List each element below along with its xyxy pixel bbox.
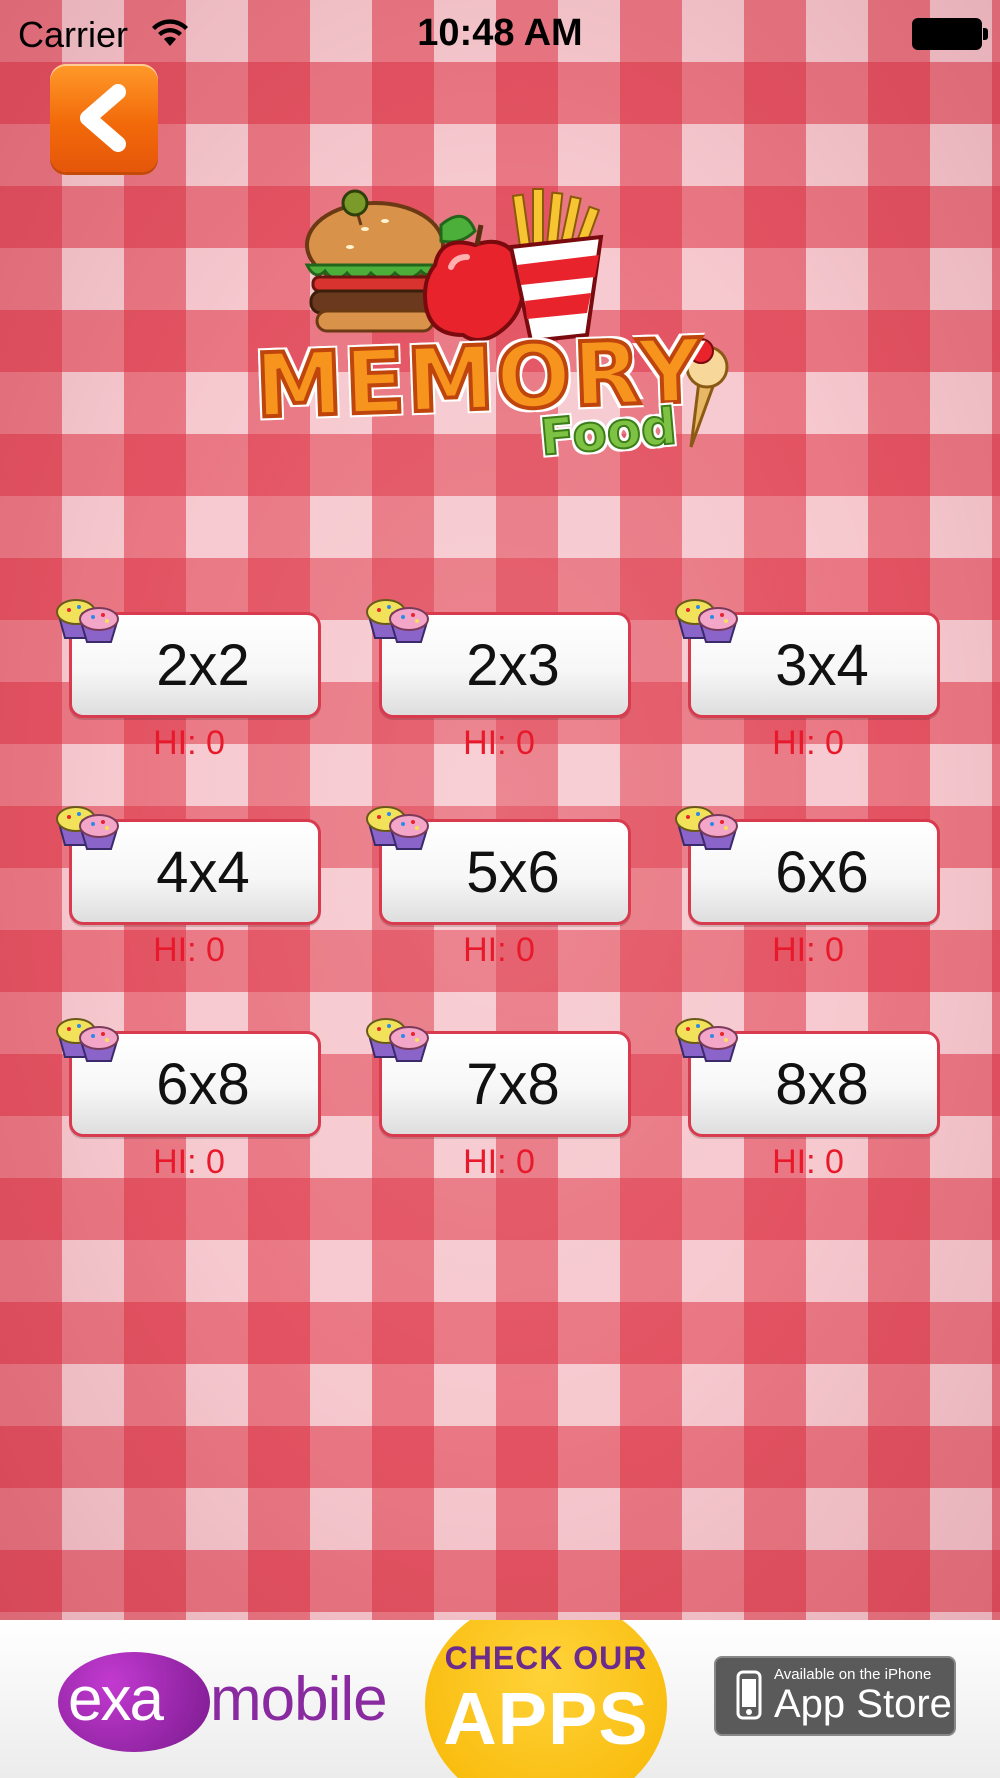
ad-banner[interactable]: exa mobile CHECK OUR APPS Available on t… xyxy=(0,1620,1000,1778)
cupcake-icon xyxy=(56,599,119,643)
cupcake-icon xyxy=(366,806,429,850)
cupcake-icon xyxy=(56,1018,119,1062)
level-cell: 2x3 HI: 0 xyxy=(366,596,633,776)
battery-icon xyxy=(912,18,988,50)
level-cell: 6x6 HI: 0 xyxy=(675,803,942,983)
app-store-badge[interactable]: Available on the iPhone App Store xyxy=(714,1656,956,1736)
cupcake-icon xyxy=(56,806,119,850)
cupcake-icon xyxy=(366,599,429,643)
logo-subtitle: Food xyxy=(537,396,680,468)
cupcake-icon xyxy=(675,1018,738,1062)
level-cell: 5x6 HI: 0 xyxy=(366,803,633,983)
hi-score: HI: 0 xyxy=(772,1143,844,1181)
hi-score: HI: 0 xyxy=(463,1143,535,1181)
cupcake-icon xyxy=(675,599,738,643)
hi-score: HI: 0 xyxy=(463,931,535,969)
app-store-small-text: Available on the iPhone xyxy=(774,1666,932,1683)
hi-score: HI: 0 xyxy=(463,724,535,762)
cupcake-icon xyxy=(675,806,738,850)
level-cell: 8x8 HI: 0 xyxy=(675,1015,942,1195)
check-our-apps-badge[interactable]: CHECK OUR APPS xyxy=(425,1620,667,1778)
iphone-icon xyxy=(736,1670,762,1720)
level-cell: 2x2 HI: 0 xyxy=(56,596,323,776)
hi-score: HI: 0 xyxy=(772,931,844,969)
game-logo: MEMORY Food xyxy=(251,185,745,475)
back-button[interactable] xyxy=(50,64,158,172)
level-cell: 4x4 HI: 0 xyxy=(56,803,323,983)
mobile-brand-text: mobile xyxy=(210,1665,388,1734)
level-cell: 6x8 HI: 0 xyxy=(56,1015,323,1195)
cta-line1: CHECK OUR xyxy=(444,1640,648,1676)
hi-score: HI: 0 xyxy=(153,931,225,969)
cupcake-icon xyxy=(366,1018,429,1062)
hi-score: HI: 0 xyxy=(772,724,844,762)
chevron-left-icon xyxy=(80,84,126,152)
status-bar: Carrier 10:48 AM xyxy=(0,0,1000,66)
cta-line2: APPS xyxy=(443,1677,649,1760)
app-store-big-text: App Store xyxy=(774,1682,952,1726)
level-cell: 3x4 HI: 0 xyxy=(675,596,942,776)
level-cell: 7x8 HI: 0 xyxy=(366,1015,633,1195)
hi-score: HI: 0 xyxy=(153,1143,225,1181)
hi-score: HI: 0 xyxy=(153,724,225,762)
exa-brand-text: exa xyxy=(68,1665,164,1734)
clock: 10:48 AM xyxy=(417,12,583,54)
